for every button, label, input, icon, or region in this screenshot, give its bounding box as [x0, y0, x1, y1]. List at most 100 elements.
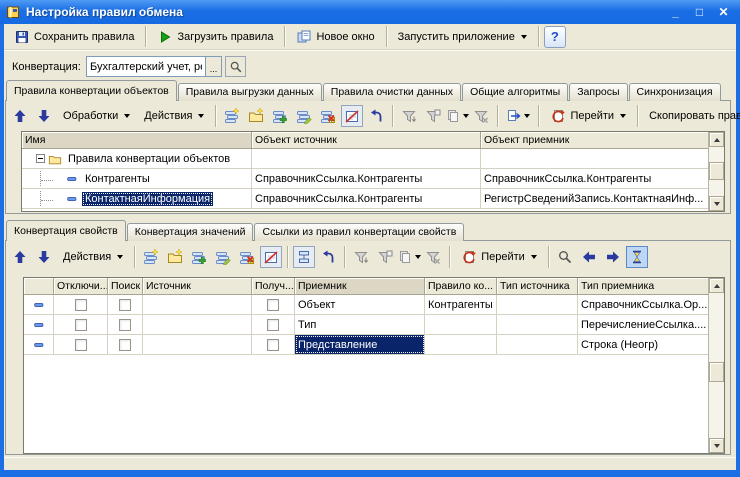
tree-group-cell[interactable]: Правила конвертации объектов: [22, 149, 252, 168]
copy-rule-button[interactable]: Скопировать правило: [643, 105, 740, 127]
add-row-button[interactable]: [140, 246, 162, 268]
disabled-cell[interactable]: [54, 315, 108, 334]
checkbox[interactable]: [75, 299, 87, 311]
tab-links-from-property-rules[interactable]: Ссылки из правил конвертации свойств: [254, 223, 464, 241]
receiver-type-cell[interactable]: СправочникСсылка.Ор...: [578, 295, 724, 314]
tab-property-conversion[interactable]: Конвертация свойств: [6, 220, 126, 241]
conversion-rule-cell[interactable]: [425, 315, 497, 334]
filter-by-value-button[interactable]: [374, 246, 396, 268]
conversion-rule-cell[interactable]: [425, 335, 497, 354]
get-cell[interactable]: [252, 295, 295, 314]
search-button[interactable]: [554, 246, 576, 268]
back-button[interactable]: [578, 246, 600, 268]
conversion-search-button[interactable]: [225, 56, 246, 77]
conversion-rule-cell[interactable]: Контрагенты: [425, 295, 497, 314]
copy-row-button[interactable]: [269, 105, 291, 127]
scroll-thumb[interactable]: [709, 362, 724, 382]
scroll-down-button[interactable]: [709, 438, 724, 453]
tree-item-cell[interactable]: Контрагенты: [22, 169, 252, 188]
maximize-button[interactable]: □: [690, 3, 709, 21]
receiver-type-cell[interactable]: Строка (Неогр): [578, 335, 724, 354]
receiver-cell[interactable]: Объект: [295, 295, 425, 314]
disabled-cell[interactable]: [54, 335, 108, 354]
scroll-up-button[interactable]: [709, 132, 724, 147]
scroll-up-button[interactable]: [709, 278, 724, 293]
clear-filter-button[interactable]: [470, 105, 492, 127]
receiver-type-cell[interactable]: ПеречислениеСсылка....: [578, 315, 724, 334]
close-button[interactable]: ✕: [714, 3, 733, 21]
tree-item-cell[interactable]: КонтактнаяИнформация: [22, 189, 252, 208]
checkbox[interactable]: [75, 319, 87, 331]
table-row[interactable]: Представление Строка (Неогр): [24, 335, 724, 355]
table-row[interactable]: КонтактнаяИнформация СправочникСсылка.Ко…: [22, 189, 724, 209]
source-cell[interactable]: [252, 149, 481, 168]
copy-row-button[interactable]: [188, 246, 210, 268]
goto-menu-button[interactable]: Перейти: [544, 105, 632, 127]
toggle-deletion-mark-button[interactable]: [341, 105, 363, 127]
undo-button[interactable]: [317, 246, 339, 268]
tab-object-conversion-rules[interactable]: Правила конвертации объектов: [6, 80, 177, 101]
move-down-button[interactable]: [33, 246, 55, 268]
row-marker-cell[interactable]: [24, 335, 54, 354]
column-header-source[interactable]: Источник: [143, 278, 252, 295]
source-type-cell[interactable]: [497, 315, 578, 334]
source-cell[interactable]: [143, 295, 252, 314]
help-button[interactable]: ?: [544, 26, 566, 48]
source-cell[interactable]: СправочникСсылка.Контрагенты: [252, 169, 481, 188]
new-window-button[interactable]: Новое окно: [290, 26, 380, 48]
filter-settings-button[interactable]: [398, 246, 420, 268]
browse-button[interactable]: ...: [205, 57, 221, 76]
add-group-button[interactable]: [245, 105, 267, 127]
tab-queries[interactable]: Запросы: [569, 83, 627, 101]
source-type-cell[interactable]: [497, 295, 578, 314]
tab-common-algorithms[interactable]: Общие алгоритмы: [462, 83, 568, 101]
delete-row-button[interactable]: [317, 105, 339, 127]
get-cell[interactable]: [252, 315, 295, 334]
processings-menu-button[interactable]: Обработки: [57, 105, 136, 127]
forward-button[interactable]: [602, 246, 624, 268]
actions-menu-button[interactable]: Действия: [57, 246, 129, 268]
tab-synchronization[interactable]: Синхронизация: [629, 83, 721, 101]
column-header-conversion-rule[interactable]: Правило ко...: [425, 278, 497, 295]
rules-table-scrollbar[interactable]: [708, 132, 724, 211]
column-header-name[interactable]: Имя: [22, 132, 252, 149]
checkbox[interactable]: [267, 299, 279, 311]
search-cell[interactable]: [108, 295, 143, 314]
receiver-cell[interactable]: Тип: [295, 315, 425, 334]
add-row-button[interactable]: [221, 105, 243, 127]
title-bar[interactable]: Настройка правил обмена _ □ ✕: [0, 0, 740, 24]
props-table-scrollbar[interactable]: [708, 278, 724, 453]
move-up-button[interactable]: [9, 246, 31, 268]
column-header-disabled[interactable]: Отключи...: [54, 278, 108, 295]
collapse-expander[interactable]: [36, 154, 45, 163]
search-cell[interactable]: [108, 315, 143, 334]
row-marker-cell[interactable]: [24, 315, 54, 334]
column-header-marker[interactable]: [24, 278, 54, 295]
receiver-cell[interactable]: РегистрСведенийЗапись.КонтактнаяИнф...: [481, 189, 724, 208]
get-cell[interactable]: [252, 335, 295, 354]
column-header-receiver[interactable]: Приемник: [295, 278, 425, 295]
row-marker-cell[interactable]: [24, 295, 54, 314]
exchange-button[interactable]: [503, 105, 533, 127]
run-app-button[interactable]: Запустить приложение: [392, 26, 533, 48]
toggle-deletion-mark-button[interactable]: [260, 246, 282, 268]
add-group-button[interactable]: [164, 246, 186, 268]
column-header-receiver-type[interactable]: Тип приемника: [578, 278, 724, 295]
conversion-input[interactable]: [87, 57, 205, 76]
tab-data-clearing-rules[interactable]: Правила очистки данных: [323, 83, 461, 101]
delete-row-button[interactable]: [236, 246, 258, 268]
actions-menu-button[interactable]: Действия: [138, 105, 210, 127]
source-cell[interactable]: [143, 315, 252, 334]
load-rules-button[interactable]: Загрузить правила: [151, 26, 279, 48]
goto-menu-button[interactable]: Перейти: [455, 246, 543, 268]
source-type-cell[interactable]: [497, 335, 578, 354]
checkbox[interactable]: [119, 319, 131, 331]
checkbox[interactable]: [267, 339, 279, 351]
move-up-button[interactable]: [9, 105, 31, 127]
receiver-cell[interactable]: [481, 149, 724, 168]
checkbox[interactable]: [119, 339, 131, 351]
checkbox[interactable]: [119, 299, 131, 311]
column-header-get[interactable]: Получ...: [252, 278, 295, 295]
minimize-button[interactable]: _: [666, 3, 685, 21]
scroll-thumb[interactable]: [709, 162, 724, 180]
